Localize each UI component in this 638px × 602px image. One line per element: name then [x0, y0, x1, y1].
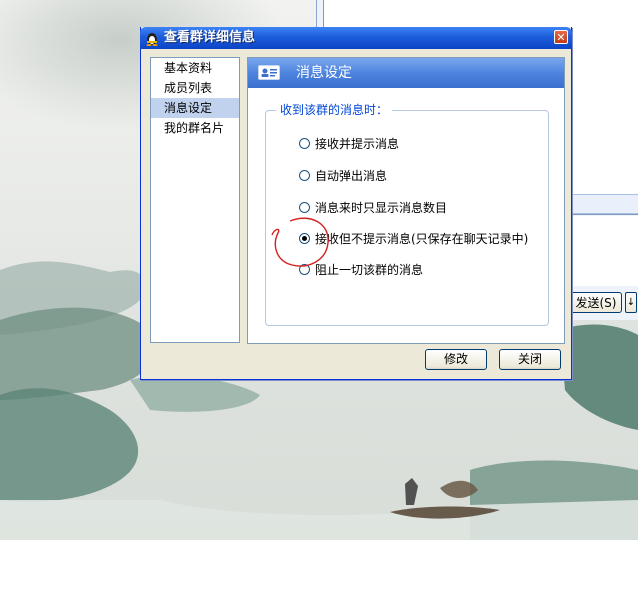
- radio-button[interactable]: [299, 138, 310, 149]
- sidebar-item-member-list[interactable]: 成员列表: [151, 78, 239, 98]
- group-label: 收到该群的消息时：: [276, 103, 393, 117]
- modify-button[interactable]: 修改: [425, 349, 487, 370]
- panel-header: 消息设定: [248, 58, 564, 88]
- group-info-dialog: 查看群详细信息 ✕ 基本资料 成员列表 消息设定 我的群名片 消息设定 收到该群…: [140, 27, 572, 380]
- option-label: 接收但不提示消息(只保存在聊天记录中): [315, 232, 529, 246]
- panel-title: 消息设定: [296, 65, 352, 81]
- option-label: 消息来时只显示消息数目: [315, 201, 448, 215]
- radio-button[interactable]: [299, 264, 310, 275]
- sidebar: 基本资料 成员列表 消息设定 我的群名片: [150, 57, 240, 343]
- radio-button[interactable]: [299, 170, 310, 181]
- radio-button-selected[interactable]: [299, 233, 310, 244]
- option-label: 接收并提示消息: [315, 137, 400, 151]
- dialog-title: 查看群详细信息: [164, 30, 256, 45]
- close-icon[interactable]: ✕: [554, 30, 568, 44]
- option-label: 阻止一切该群的消息: [315, 263, 424, 277]
- qq-penguin-icon: [146, 33, 158, 46]
- sidebar-item-my-group-card[interactable]: 我的群名片: [151, 118, 239, 138]
- message-option-group: 收到该群的消息时： 接收并提示消息 自动弹出消息 消息来时只显示消息数目 接收但…: [265, 103, 549, 326]
- contact-card-icon: [258, 65, 280, 80]
- send-options-button[interactable]: ↓: [625, 292, 637, 313]
- option-label: 自动弹出消息: [315, 169, 388, 183]
- close-button[interactable]: 关闭: [499, 349, 561, 370]
- sidebar-item-message-settings[interactable]: 消息设定: [151, 98, 239, 118]
- send-button[interactable]: 发送(S): [570, 292, 622, 313]
- settings-panel: 消息设定 收到该群的消息时： 接收并提示消息 自动弹出消息 消息来时只显示消息数…: [247, 57, 565, 344]
- title-bar[interactable]: 查看群详细信息 ✕: [140, 27, 572, 49]
- radio-button[interactable]: [299, 202, 310, 213]
- sidebar-item-basic-info[interactable]: 基本资料: [151, 58, 239, 78]
